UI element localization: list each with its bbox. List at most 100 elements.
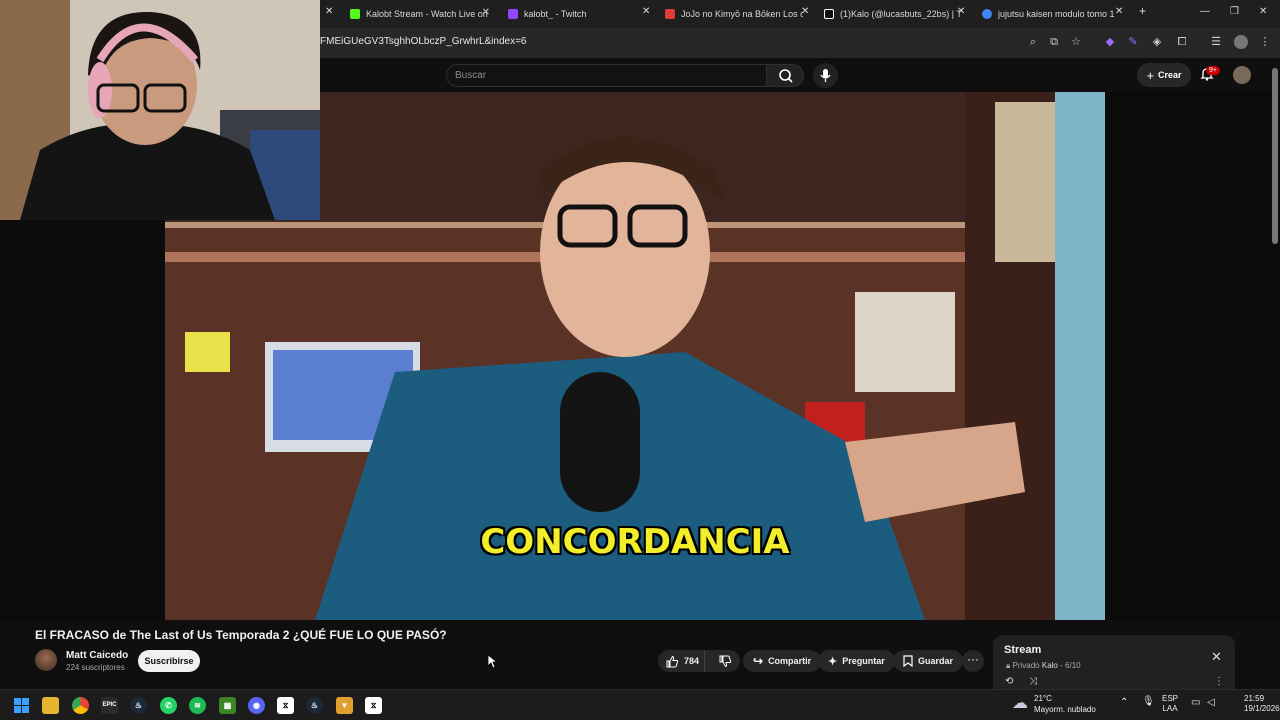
- steam-icon[interactable]: ♨: [306, 697, 323, 714]
- weather-temp: 21°C: [1034, 694, 1052, 703]
- new-tab-button[interactable]: +: [1139, 4, 1146, 18]
- close-window-icon[interactable]: ✕: [1259, 6, 1267, 17]
- notifications-badge: 9+: [1206, 66, 1220, 75]
- subscribe-button[interactable]: Suscribirse: [138, 650, 200, 672]
- tiktok-icon: [824, 9, 834, 19]
- channel-name[interactable]: Matt Caicedo: [66, 650, 128, 661]
- share-button[interactable]: ↪ Compartir: [743, 650, 822, 672]
- zoom-icon[interactable]: ⌕: [1026, 35, 1040, 49]
- browser-tab[interactable]: JoJo no Kimyō na Bōken Los ca: [659, 3, 809, 25]
- tray-chevron-icon[interactable]: ⌃: [1120, 698, 1128, 708]
- menu-kebab-icon[interactable]: ⋮: [1214, 676, 1224, 687]
- playlist-panel: Stream 🔒︎ Privado Kalo - 6/10 ✕ ⟲ ⤨ ⋮: [993, 635, 1235, 690]
- network-icon[interactable]: ▭: [1191, 698, 1200, 708]
- webcam-scene: [0, 0, 320, 220]
- twitch-icon: [508, 9, 518, 19]
- extension-icon[interactable]: ◈: [1150, 35, 1164, 49]
- like-button[interactable]: 784: [658, 650, 706, 672]
- bookmark-star-icon[interactable]: ☆: [1069, 35, 1083, 49]
- webcam-overlay: [0, 0, 320, 220]
- close-icon[interactable]: ✕: [325, 6, 333, 17]
- search-icon: [779, 69, 793, 83]
- language-bottom: LAA: [1162, 704, 1178, 713]
- search-button[interactable]: [766, 64, 804, 87]
- browser-tab[interactable]: jujutsu kaisen modulo tomo 1: [976, 3, 1126, 25]
- volume-icon[interactable]: ◁: [1207, 698, 1215, 708]
- playlist-position: 6/10: [1065, 661, 1081, 670]
- clock-time: 21:59: [1244, 694, 1265, 703]
- capcut-icon[interactable]: ⧖: [365, 697, 382, 714]
- browser-tab[interactable]: Kalobt Stream - Watch Live on ✕: [344, 3, 494, 25]
- playlist-meta: 🔒︎ Privado Kalo - 6/10: [1006, 661, 1081, 671]
- loop-icon[interactable]: ⟲: [1005, 676, 1013, 687]
- extension-icon[interactable]: ◆: [1103, 35, 1117, 49]
- page-scrollbar-thumb[interactable]: [1272, 68, 1278, 244]
- create-button[interactable]: + Crear: [1137, 63, 1191, 87]
- tab-search-icon[interactable]: ☰: [1209, 35, 1223, 49]
- like-dislike-group: 784: [658, 650, 740, 672]
- ask-button[interactable]: ✦ Preguntar: [818, 650, 895, 672]
- subscriber-count: 224 suscriptores: [66, 663, 125, 672]
- extensions-puzzle-icon[interactable]: ⧠: [1175, 35, 1189, 49]
- video-title: El FRACASO de The Last of Us Temporada 2…: [35, 628, 447, 642]
- plus-icon: +: [1146, 67, 1155, 83]
- capcut-icon[interactable]: ⧖: [277, 697, 294, 714]
- playlist-privacy: Privado: [1012, 661, 1040, 670]
- shuffle-icon[interactable]: ⤨: [1029, 676, 1037, 687]
- close-icon[interactable]: ✕: [801, 6, 809, 17]
- discord-icon[interactable]: ◉: [248, 697, 265, 714]
- microphone-icon[interactable]: 🎙︎: [1142, 697, 1155, 707]
- profile-avatar[interactable]: [1234, 35, 1248, 49]
- restore-icon[interactable]: ❐: [1230, 6, 1239, 17]
- minecraft-icon[interactable]: ▦: [219, 697, 236, 714]
- clock-date: 19/1/2026: [1244, 704, 1280, 713]
- crunchyroll-icon: [665, 9, 675, 19]
- dislike-button[interactable]: [710, 650, 740, 672]
- clock[interactable]: 21:59 19/1/2026: [1244, 694, 1280, 714]
- close-icon[interactable]: ✕: [482, 7, 490, 18]
- like-count: 784: [684, 656, 700, 666]
- install-icon[interactable]: ⧉: [1047, 35, 1061, 49]
- share-icon: ↪: [753, 654, 764, 668]
- app-icon[interactable]: ▼: [336, 697, 353, 714]
- close-icon[interactable]: ✕: [642, 6, 650, 17]
- more-actions-button[interactable]: ···: [962, 650, 984, 672]
- video-caption: CONCORDANCIA: [480, 522, 790, 562]
- epic-games-icon[interactable]: EPIC: [101, 697, 118, 714]
- thumbs-down-icon: [719, 655, 731, 667]
- playlist-owner[interactable]: Kalo: [1042, 661, 1058, 670]
- account-avatar[interactable]: [1233, 66, 1251, 84]
- weather-desc: Mayorm. nublado: [1034, 705, 1096, 714]
- spotify-icon[interactable]: ≋: [189, 697, 206, 714]
- thumbs-up-icon: [666, 655, 679, 667]
- save-label: Guardar: [918, 656, 954, 666]
- whatsapp-icon[interactable]: ✆: [160, 697, 177, 714]
- voice-search-button[interactable]: [813, 63, 838, 88]
- playlist-title[interactable]: Stream: [1004, 644, 1041, 656]
- save-button[interactable]: Guardar: [893, 650, 964, 672]
- close-icon[interactable]: ✕: [957, 6, 965, 17]
- close-icon[interactable]: ✕: [1115, 6, 1123, 17]
- chrome-icon[interactable]: [72, 697, 89, 714]
- browser-tab[interactable]: kalobt_ - Twitch: [502, 3, 652, 25]
- ask-label: Preguntar: [842, 656, 885, 666]
- share-label: Compartir: [768, 656, 812, 666]
- steam-icon[interactable]: ♨: [130, 697, 147, 714]
- close-icon[interactable]: ✕: [1211, 649, 1222, 665]
- channel-avatar[interactable]: [35, 649, 57, 671]
- extension-icon[interactable]: ✎: [1126, 35, 1140, 49]
- minimize-icon[interactable]: —: [1200, 6, 1210, 17]
- separator: -: [1060, 661, 1063, 670]
- search-input[interactable]: Buscar: [446, 64, 768, 87]
- windows-start-icon[interactable]: [13, 697, 30, 714]
- menu-kebab-icon[interactable]: ⋮: [1258, 35, 1272, 49]
- create-label: Crear: [1158, 70, 1182, 80]
- file-explorer-icon[interactable]: [42, 697, 59, 714]
- cloud-sun-icon[interactable]: ☁: [1012, 693, 1028, 713]
- microphone-icon: [820, 69, 831, 82]
- language-top: ESP: [1162, 694, 1179, 703]
- address-bar[interactable]: FMEiGUeGV3TsghhOLbczP_GrwhrL&index=6: [320, 36, 526, 47]
- mouse-cursor-icon: [488, 655, 498, 669]
- browser-tab[interactable]: (1)Kalo (@lucasbuts_22bs) | Tik: [818, 3, 968, 25]
- language-indicator[interactable]: ESP LAA: [1162, 694, 1178, 714]
